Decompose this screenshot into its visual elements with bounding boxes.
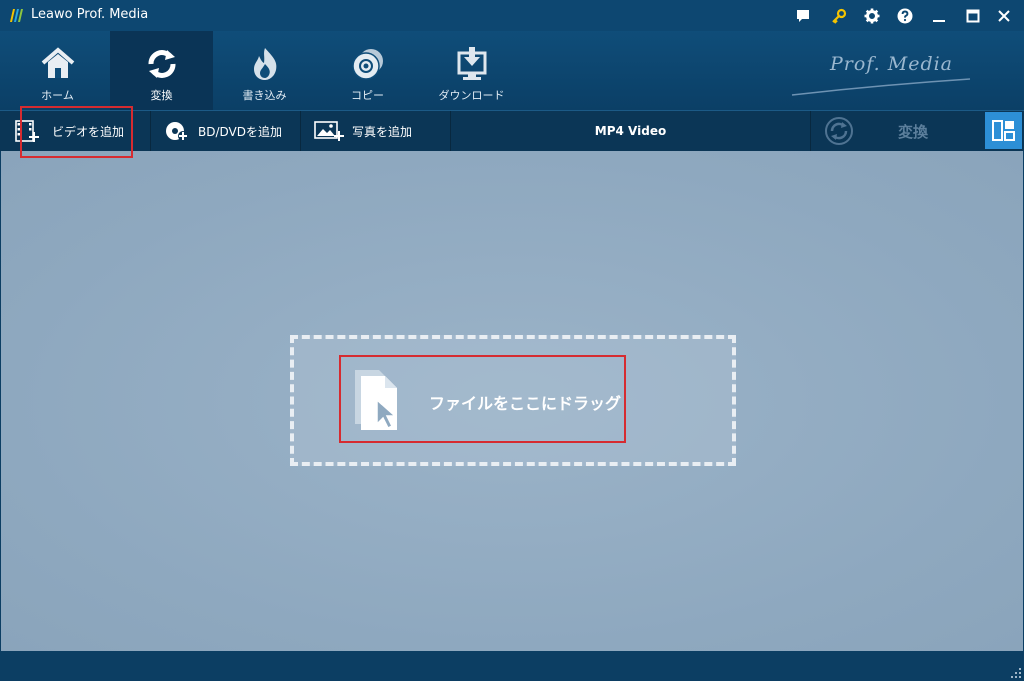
- gear-icon[interactable]: [862, 6, 882, 26]
- toolbar-divider: [810, 111, 811, 151]
- add-photo-label: 写真を追加: [352, 124, 413, 139]
- convert-disabled-icon[interactable]: [824, 116, 854, 146]
- output-format-selector[interactable]: MP4 Video: [451, 111, 810, 151]
- tab-burn[interactable]: 書き込み: [213, 31, 316, 110]
- toolbar-divider: [300, 111, 301, 151]
- tab-home[interactable]: ホーム: [6, 31, 109, 110]
- add-bd-dvd-button[interactable]: BD/DVDを追加: [164, 111, 282, 151]
- brand-swoosh-icon: [791, 78, 971, 96]
- tab-burn-label: 書き込み: [242, 89, 287, 102]
- toolbar: ビデオを追加 BD/DVDを追加 写真を追加 MP4 Video 変換: [0, 110, 1024, 151]
- app-logo-icon: [10, 9, 23, 22]
- status-bar: [0, 651, 1024, 681]
- tab-convert[interactable]: 変換: [110, 31, 213, 110]
- maximize-icon[interactable]: [963, 6, 983, 26]
- tab-copy-label: コピー: [351, 89, 384, 102]
- main-nav: ホーム 変換 書き込み コピー ダウンロード Prof. Media: [0, 31, 1024, 110]
- add-photo-button[interactable]: 写真を追加: [314, 111, 412, 151]
- download-icon: [457, 47, 486, 80]
- tab-convert-label: 変換: [150, 89, 173, 102]
- layout-toggle-button[interactable]: [985, 112, 1022, 149]
- highlight-drop-zone: [339, 355, 626, 443]
- disc-add-icon: [164, 120, 190, 142]
- tab-download-label: ダウンロード: [438, 89, 505, 102]
- window-title: Leawo Prof. Media: [31, 7, 149, 22]
- minimize-icon[interactable]: [929, 6, 949, 26]
- toolbar-divider: [150, 111, 151, 151]
- feedback-icon[interactable]: [793, 6, 813, 26]
- highlight-add-video: [20, 106, 133, 158]
- photo-add-icon: [314, 120, 344, 142]
- convert-button[interactable]: 変換: [898, 121, 928, 142]
- convert-icon: [148, 50, 175, 78]
- tab-download[interactable]: ダウンロード: [420, 31, 523, 110]
- copy-icon: [351, 49, 383, 80]
- burn-icon: [253, 48, 276, 80]
- brand-logo: Prof. Media: [790, 49, 980, 99]
- close-icon[interactable]: [994, 6, 1014, 26]
- tab-copy[interactable]: コピー: [316, 31, 419, 110]
- title-bar: Leawo Prof. Media: [0, 0, 1024, 31]
- home-icon: [41, 47, 74, 78]
- key-icon[interactable]: [829, 6, 849, 26]
- add-bd-dvd-label: BD/DVDを追加: [198, 124, 282, 139]
- help-icon[interactable]: [895, 6, 915, 26]
- tab-home-label: ホーム: [41, 89, 74, 102]
- resize-grip-icon[interactable]: [1011, 668, 1021, 678]
- layout-icon: [992, 120, 1015, 141]
